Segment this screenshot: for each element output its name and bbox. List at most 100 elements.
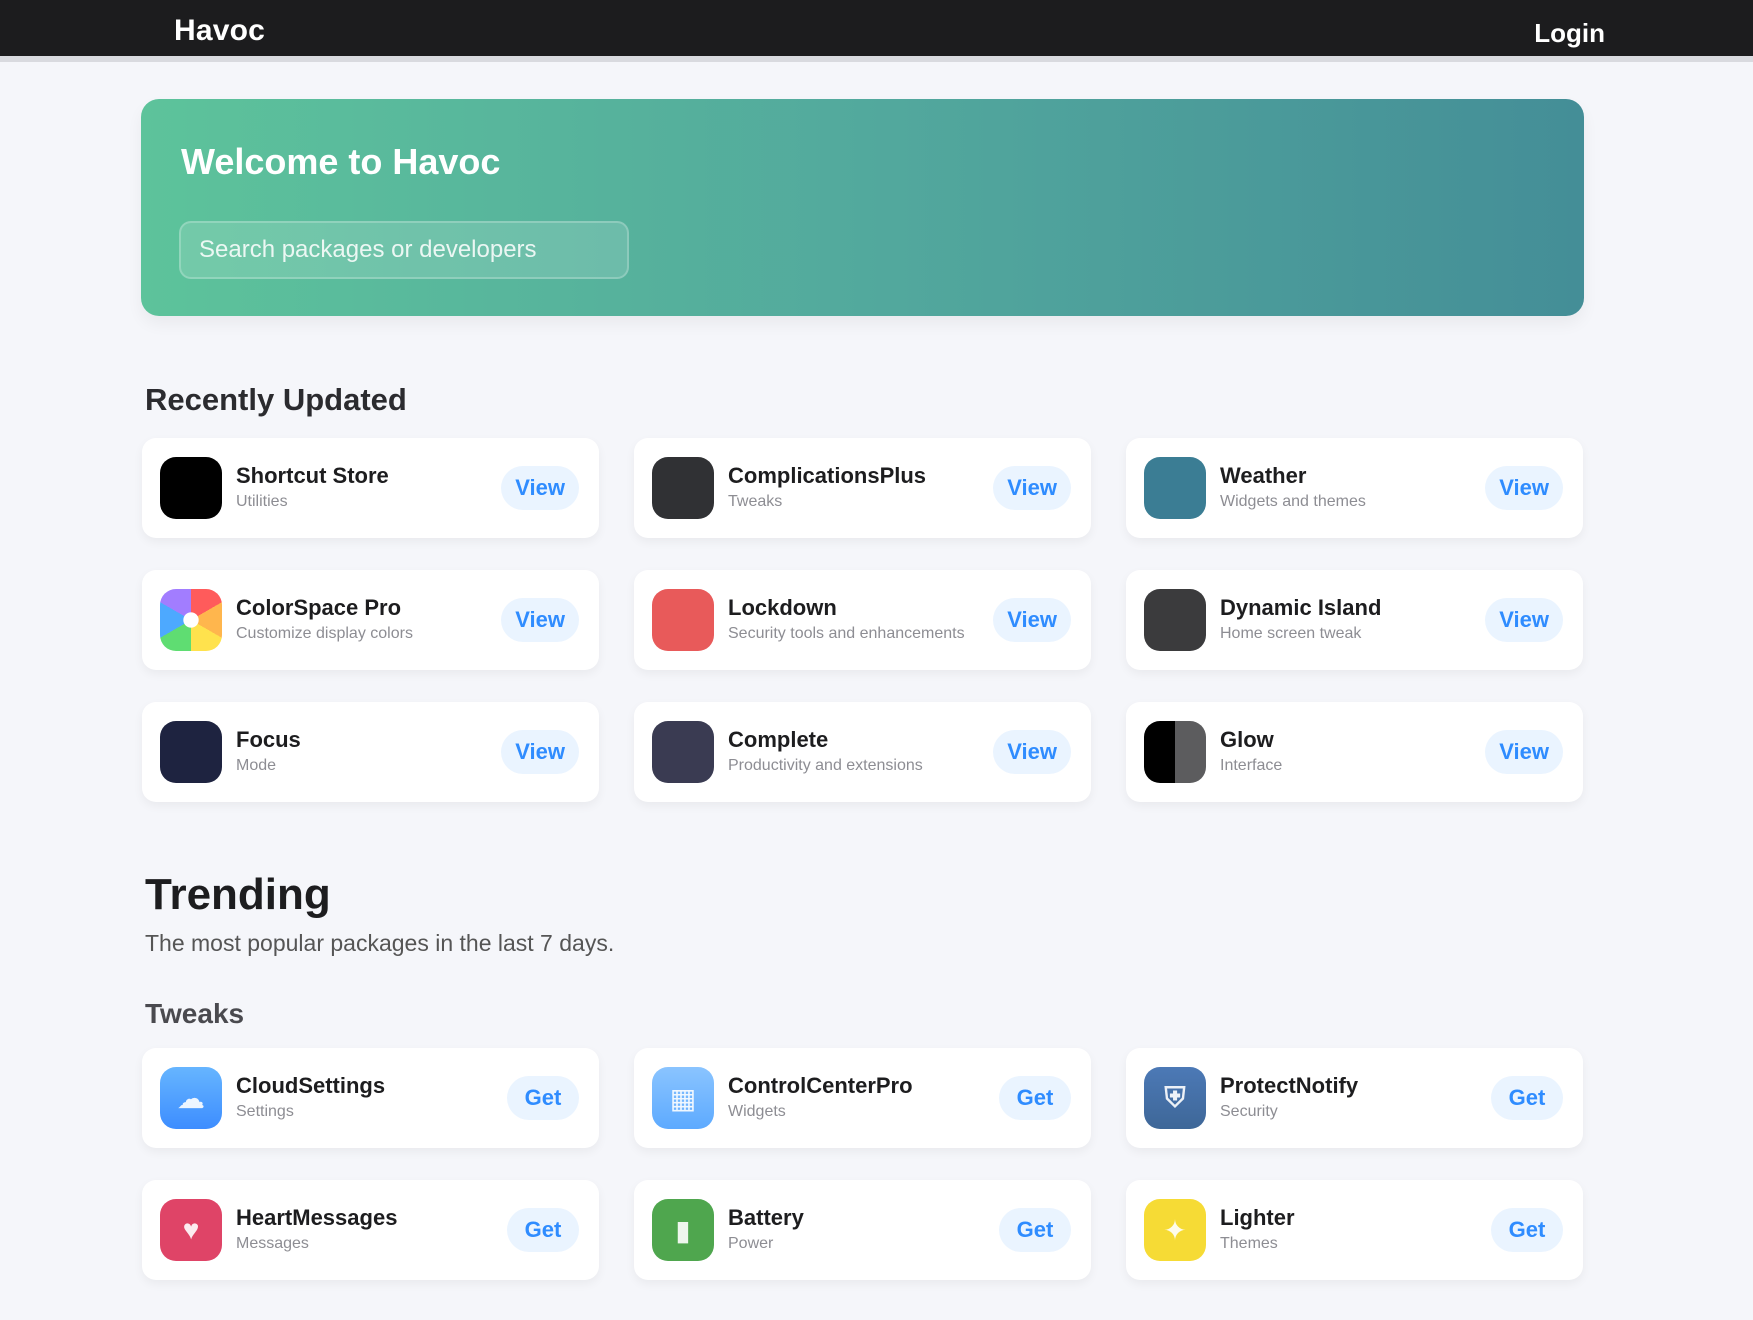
package-card[interactable]: Focus Mode View xyxy=(142,702,599,802)
package-text: Focus Mode xyxy=(236,727,506,775)
battery-glyph: ▮ xyxy=(675,1214,691,1246)
recently-updated-grid: Shortcut Store Utilities View Complicati… xyxy=(142,438,1583,802)
color-icon xyxy=(160,589,222,651)
package-title: HeartMessages xyxy=(236,1205,398,1230)
package-title: Battery xyxy=(728,1205,804,1230)
package-title: ProtectNotify xyxy=(1220,1073,1359,1098)
package-card[interactable]: ▦ ControlCenterPro Widgets Get xyxy=(634,1048,1091,1148)
package-subtitle: Messages xyxy=(236,1235,309,1252)
package-title: Lighter xyxy=(1220,1205,1295,1230)
get-button[interactable]: Get xyxy=(999,1208,1071,1252)
package-card[interactable]: ComplicationsPlus Tweaks View xyxy=(634,438,1091,538)
top-navigation-bar: Havoc Login xyxy=(0,0,1753,62)
package-title: Glow xyxy=(1220,727,1274,752)
package-text: Glow Interface xyxy=(1220,727,1490,775)
control-glyph: ▦ xyxy=(669,1082,697,1114)
package-subtitle: Security xyxy=(1220,1103,1278,1120)
package-subtitle: Productivity and extensions xyxy=(728,757,923,774)
package-text: Lighter Themes xyxy=(1220,1205,1490,1253)
package-subtitle: Settings xyxy=(236,1103,294,1120)
package-card[interactable]: Glow Interface View xyxy=(1126,702,1583,802)
package-title: ControlCenterPro xyxy=(728,1073,913,1098)
app-icon xyxy=(160,457,222,519)
shield-glyph: ⛨ xyxy=(1164,1081,1186,1113)
get-button[interactable]: Get xyxy=(1491,1208,1563,1252)
package-title: ComplicationsPlus xyxy=(728,463,927,488)
package-card[interactable]: Lockdown Security tools and enhancements… xyxy=(634,570,1091,670)
view-button[interactable]: View xyxy=(1485,598,1563,642)
heart-icon: ♥ xyxy=(160,1199,222,1261)
package-card[interactable]: ColorSpace Pro Customize display colors … xyxy=(142,570,599,670)
package-title: Dynamic Island xyxy=(1220,595,1382,620)
get-button[interactable]: Get xyxy=(507,1076,579,1120)
package-subtitle: Utilities xyxy=(236,493,288,510)
view-button[interactable]: View xyxy=(501,598,579,642)
light-glyph: ✦ xyxy=(1163,1214,1187,1246)
app-icon xyxy=(1144,457,1206,519)
package-title: Focus xyxy=(236,727,301,752)
view-button[interactable]: View xyxy=(501,466,579,510)
app-icon xyxy=(652,457,714,519)
package-subtitle: Customize display colors xyxy=(236,625,413,642)
hero-title: Welcome to Havoc xyxy=(181,141,501,182)
package-card[interactable]: ▮ Battery Power Get xyxy=(634,1180,1091,1280)
view-button[interactable]: View xyxy=(501,730,579,774)
package-title: CloudSettings xyxy=(236,1073,386,1098)
heart-glyph: ♥ xyxy=(182,1214,200,1245)
package-text: ComplicationsPlus Tweaks xyxy=(728,463,998,511)
app-icon xyxy=(160,721,222,783)
package-text: ControlCenterPro Widgets xyxy=(728,1073,998,1121)
package-subtitle: Interface xyxy=(1220,757,1283,774)
view-button[interactable]: View xyxy=(1485,466,1563,510)
package-card[interactable]: ☁ CloudSettings Settings Get xyxy=(142,1048,599,1148)
get-button[interactable]: Get xyxy=(1491,1076,1563,1120)
trending-tweaks-grid: ☁ CloudSettings Settings Get ▦ ControlCe… xyxy=(142,1048,1583,1280)
package-text: Lockdown Security tools and enhancements xyxy=(728,595,998,643)
recently-updated-heading: Recently Updated xyxy=(145,382,407,417)
package-subtitle: Widgets xyxy=(728,1103,786,1120)
app-icon xyxy=(652,589,714,651)
package-subtitle: Power xyxy=(728,1235,774,1252)
package-subtitle: Mode xyxy=(236,757,277,774)
package-card[interactable]: ✦ Lighter Themes Get xyxy=(1126,1180,1583,1280)
trending-description: The most popular packages in the last 7 … xyxy=(145,930,615,956)
package-card[interactable]: ♥ HeartMessages Messages Get xyxy=(142,1180,599,1280)
view-button[interactable]: View xyxy=(1485,730,1563,774)
view-button[interactable]: View xyxy=(993,730,1071,774)
package-subtitle: Tweaks xyxy=(728,493,783,510)
shield-icon: ⛨ xyxy=(1144,1067,1206,1129)
hero-banner: Welcome to Havoc xyxy=(141,99,1584,316)
login-link[interactable]: Login xyxy=(1534,18,1605,49)
package-title: Complete xyxy=(728,727,829,752)
get-button[interactable]: Get xyxy=(507,1208,579,1252)
package-text: Shortcut Store Utilities xyxy=(236,463,506,511)
package-subtitle: Security tools and enhancements xyxy=(728,625,965,642)
get-button[interactable]: Get xyxy=(999,1076,1071,1120)
package-text: HeartMessages Messages xyxy=(236,1205,506,1253)
package-title: Lockdown xyxy=(728,595,837,620)
package-subtitle: Widgets and themes xyxy=(1220,493,1366,510)
package-text: Complete Productivity and extensions xyxy=(728,727,998,775)
package-title: Shortcut Store xyxy=(236,463,389,488)
package-subtitle: Themes xyxy=(1220,1235,1278,1252)
package-text: ColorSpace Pro Customize display colors xyxy=(236,595,506,643)
app-icon xyxy=(1144,721,1206,783)
package-text: Battery Power xyxy=(728,1205,998,1253)
package-card[interactable]: Complete Productivity and extensions Vie… xyxy=(634,702,1091,802)
package-card[interactable]: Dynamic Island Home screen tweak View xyxy=(1126,570,1583,670)
trending-heading: Trending xyxy=(145,870,331,919)
brand-name[interactable]: Havoc xyxy=(174,14,265,48)
package-card[interactable]: Weather Widgets and themes View xyxy=(1126,438,1583,538)
cloud-glyph: ☁ xyxy=(177,1082,205,1114)
package-card[interactable]: Shortcut Store Utilities View xyxy=(142,438,599,538)
package-text: ProtectNotify Security xyxy=(1220,1073,1490,1121)
view-button[interactable]: View xyxy=(993,466,1071,510)
package-text: Weather Widgets and themes xyxy=(1220,463,1490,511)
package-card[interactable]: ⛨ ProtectNotify Security Get xyxy=(1126,1048,1583,1148)
view-button[interactable]: View xyxy=(993,598,1071,642)
package-text: Dynamic Island Home screen tweak xyxy=(1220,595,1490,643)
search-input[interactable] xyxy=(179,221,629,279)
control-icon: ▦ xyxy=(652,1067,714,1129)
package-title: ColorSpace Pro xyxy=(236,595,402,620)
package-text: CloudSettings Settings xyxy=(236,1073,506,1121)
